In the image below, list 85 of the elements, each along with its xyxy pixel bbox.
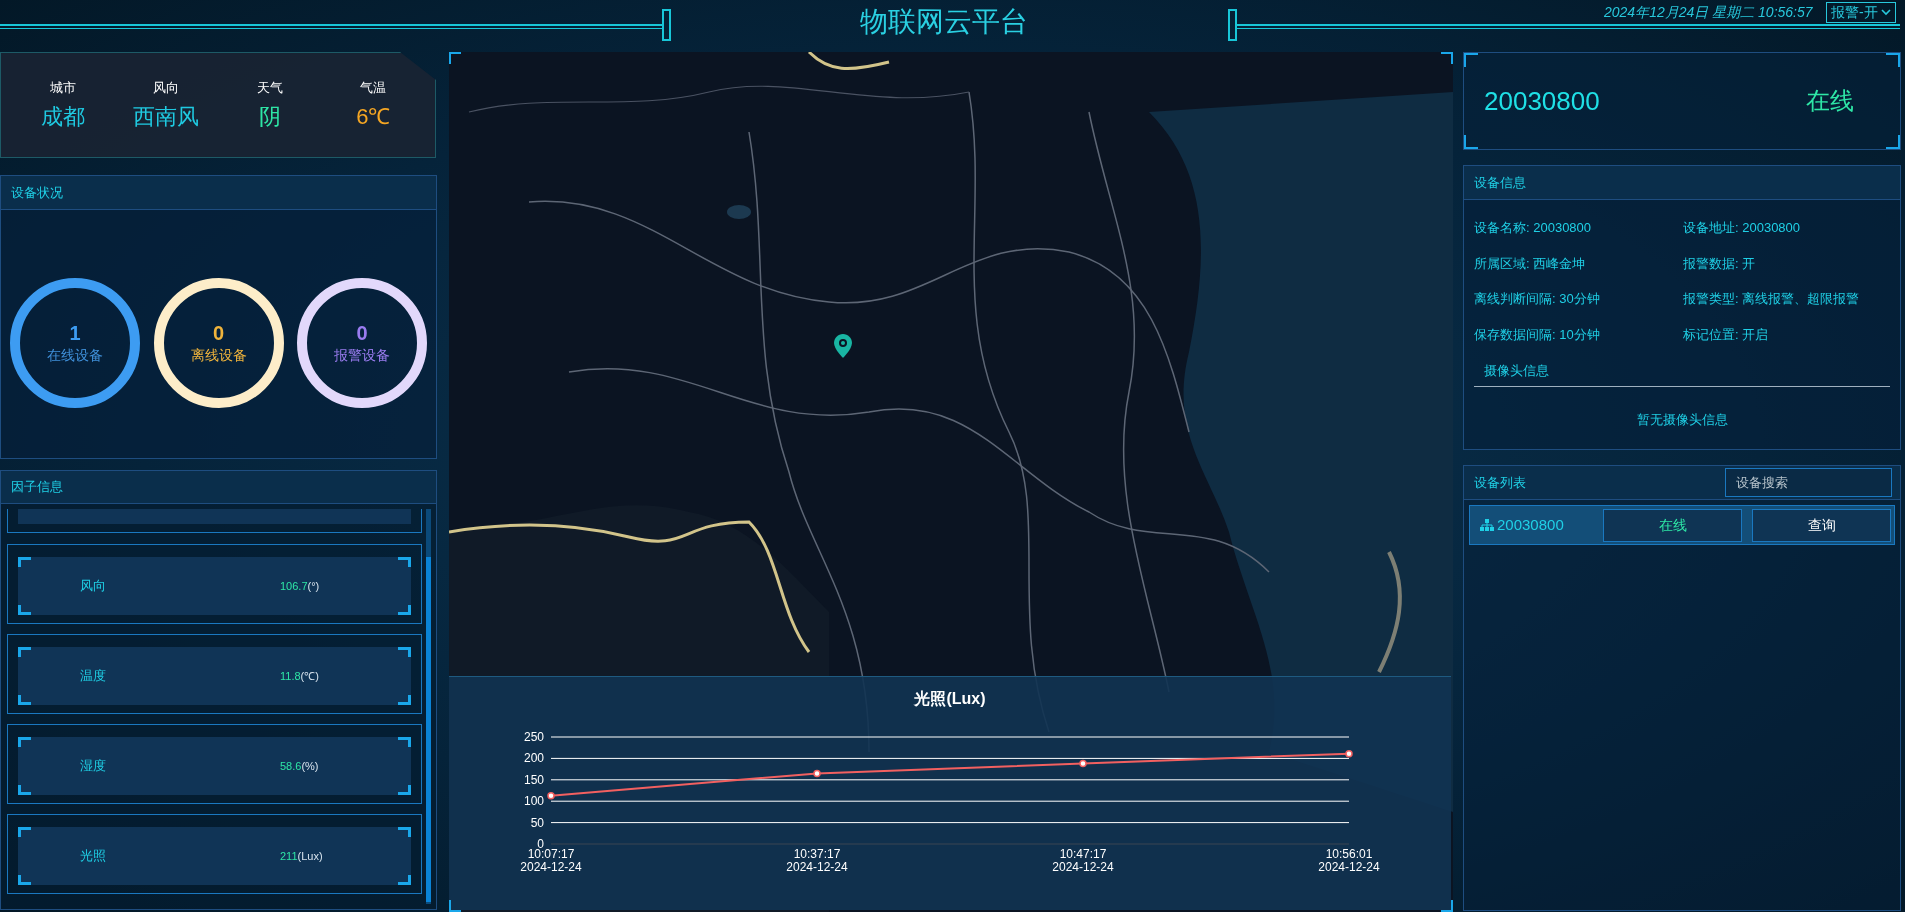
info-field: 标记位置: 开启: [1683, 324, 1890, 344]
app-title: 物联网云平台: [860, 5, 1028, 39]
empty-message: 暂无摄像头信息: [1636, 412, 1728, 427]
info-field: 报警类型: 离线报警、超限报警: [1683, 289, 1890, 309]
corner-bracket: [398, 695, 411, 705]
corner-bracket: [1886, 53, 1900, 67]
factor-value: 58.6(%): [280, 758, 319, 774]
status-label: 报警设备: [334, 345, 390, 365]
status-button[interactable]: 在线: [1603, 508, 1742, 542]
corner-bracket: [18, 647, 31, 657]
y-tick-label: 100: [523, 794, 544, 809]
device-id: 20030800: [1484, 84, 1600, 118]
corner-bracket: [18, 785, 31, 795]
corner-bracket: [398, 737, 411, 747]
info-field: 保存数据间隔: 10分钟: [1474, 324, 1683, 344]
corner-bracket: [449, 900, 461, 912]
y-tick-label: 200: [523, 751, 544, 766]
factor-name: 风向: [80, 577, 107, 596]
alarm-dropdown[interactable]: 报警-开: [1826, 2, 1896, 23]
panel-title: 设备列表: [1474, 473, 1526, 492]
info-field: 设备地址: 20030800: [1683, 218, 1890, 238]
date-time: 2024年12月24日 星期二 10:56:57: [1604, 3, 1813, 22]
corner-bracket: [18, 695, 31, 705]
y-tick-label: 50: [530, 815, 544, 830]
panel-title: 设备信息: [1474, 173, 1526, 192]
weather-value: 成都: [40, 102, 85, 131]
device-status: 在线: [1806, 86, 1854, 116]
x-tick-label: 10:47:17 2024-12-24: [1052, 847, 1114, 874]
corner-bracket: [1886, 135, 1900, 149]
info-field: 报警数据: 开: [1683, 253, 1890, 273]
chevron-down-icon: [1880, 9, 1891, 16]
y-tick-label: 250: [523, 730, 544, 744]
weather-value: 西南风: [133, 102, 200, 131]
factor-value: 106.7(°): [280, 578, 320, 594]
info-field: 所属区域: 西峰金坤: [1474, 253, 1683, 273]
panel-title: 设备状况: [11, 183, 63, 202]
scrollbar[interactable]: [426, 509, 431, 904]
weather-label: 风向: [153, 79, 180, 98]
status-count: 1: [69, 320, 81, 345]
factor-name: 湿度: [80, 757, 107, 776]
device-id: 20030800: [1497, 514, 1564, 535]
weather-value: 阴: [258, 102, 281, 131]
corner-bracket: [398, 785, 411, 795]
corner-bracket: [398, 605, 411, 615]
map-pin-icon: [834, 334, 852, 358]
corner-bracket: [1441, 900, 1453, 912]
factor-name: 光照: [80, 847, 107, 866]
status-label: 离线设备: [190, 345, 247, 365]
x-tick-label: 10:56:01 2024-12-24: [1318, 847, 1380, 874]
weather-label: 气温: [360, 79, 387, 98]
factor-name: 温度: [80, 667, 107, 686]
corner-bracket: [398, 827, 411, 837]
corner-bracket: [449, 52, 461, 64]
corner-bracket: [18, 827, 31, 837]
search-field[interactable]: 设备搜索: [1725, 468, 1892, 497]
hierarchy-icon: [1480, 519, 1494, 531]
camera-tab[interactable]: 摄像头信息: [1484, 363, 1549, 378]
weather-label: 天气: [256, 79, 283, 98]
corner-bracket: [18, 875, 31, 885]
factor-value: 11.8(℃): [280, 668, 319, 684]
corner-bracket: [18, 605, 31, 615]
status-count: 0: [212, 320, 225, 345]
status-label: 在线设备: [47, 345, 103, 365]
panel-title: 因子信息: [11, 478, 63, 497]
data-point: [813, 769, 821, 778]
x-tick-label: 10:37:17 2024-12-24: [786, 847, 848, 874]
info-field: 设备名称: 20030800: [1474, 218, 1683, 238]
corner-bracket: [1441, 52, 1453, 64]
status-count: 0: [356, 320, 368, 345]
corner-bracket: [398, 557, 411, 567]
corner-bracket: [1464, 53, 1478, 67]
y-tick-label: 150: [523, 772, 544, 787]
corner-bracket: [398, 875, 411, 885]
factor-value: 211(Lux): [280, 848, 323, 864]
query-button[interactable]: 查询: [1752, 508, 1891, 542]
device-row[interactable]: 20030800 在线 查询: [1469, 505, 1895, 545]
corner-bracket: [398, 647, 411, 657]
info-field: 离线判断间隔: 30分钟: [1474, 289, 1683, 309]
corner-bracket: [18, 737, 31, 747]
corner-bracket: [1464, 135, 1478, 149]
weather-label: 城市: [49, 79, 76, 98]
corner-bracket: [18, 557, 31, 567]
chart-title: 光照(Lux): [914, 690, 986, 707]
data-point: [547, 791, 555, 800]
weather-value: 6℃: [356, 102, 391, 131]
